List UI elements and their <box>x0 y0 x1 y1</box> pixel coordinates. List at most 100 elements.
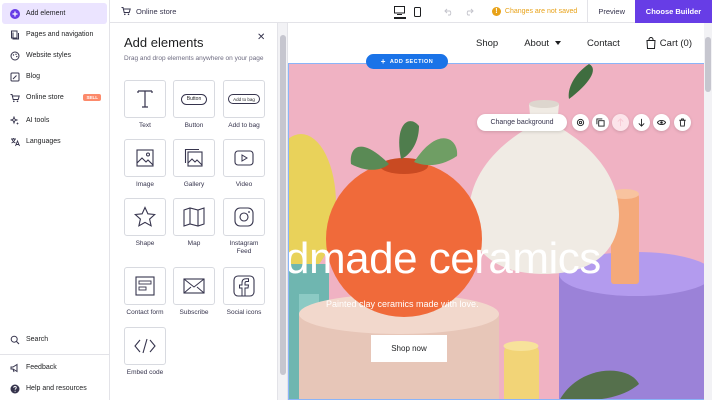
blog-icon <box>10 72 20 81</box>
element-tile-text[interactable]: Text <box>124 80 166 130</box>
tile-label: Subscribe <box>179 309 209 316</box>
sidebar-item-label: Website styles <box>26 52 71 59</box>
desktop-view-button[interactable] <box>393 5 406 19</box>
top-right-controls: ! Changes are not saved Preview Choose B… <box>393 0 712 23</box>
sidebar-item-label: Blog <box>26 73 41 80</box>
left-sidebar: Add element Pages and navigation Website… <box>0 0 110 400</box>
help-icon <box>10 384 20 393</box>
element-tile-subscribe[interactable]: Subscribe <box>173 267 215 317</box>
sidebar-item-online-store[interactable]: Online store SELL <box>2 87 107 108</box>
element-tile-add-to-bag[interactable]: Add to bag Add to bag <box>223 80 265 130</box>
video-icon <box>234 150 254 166</box>
sidebar-item-blog[interactable]: Blog <box>2 66 107 87</box>
hero-section[interactable]: dmade ceramics Painted clay ceramics mad… <box>288 63 712 400</box>
cart-icon <box>121 7 131 16</box>
element-tile-instagram[interactable]: Instagram Feed <box>223 198 265 256</box>
sidebar-item-feedback[interactable]: Feedback <box>2 357 108 378</box>
search-icon <box>10 335 20 344</box>
facebook-icon <box>233 275 255 297</box>
sidebar-item-add-element[interactable]: Add element <box>2 3 107 24</box>
tile-box <box>223 267 265 305</box>
hero-title[interactable]: dmade ceramics <box>289 234 601 284</box>
tile-label: Image <box>135 181 155 188</box>
hero-subtitle[interactable]: Painted clay ceramics made with love. <box>326 299 479 309</box>
nav-link-contact[interactable]: Contact <box>587 38 620 49</box>
tile-box <box>173 267 215 305</box>
tile-label: Social icons <box>226 309 262 316</box>
cart-link[interactable]: Cart (0) <box>646 37 692 49</box>
ai-sparkle-icon <box>10 115 19 125</box>
panel-scrollbar[interactable] <box>278 23 288 400</box>
site-navigation: Shop About Contact Cart (0) <box>288 23 712 63</box>
redo-icon[interactable] <box>464 8 474 16</box>
pages-icon <box>11 30 19 39</box>
tile-box <box>173 139 215 177</box>
undo-icon[interactable] <box>444 8 454 16</box>
choose-builder-button[interactable]: Choose Builder <box>635 0 712 23</box>
tile-box: Button <box>173 80 215 118</box>
warning-icon: ! <box>491 7 501 16</box>
unsaved-label: Changes are not saved <box>504 8 578 15</box>
sidebar-item-help[interactable]: Help and resources <box>2 378 108 399</box>
element-tile-social-icons[interactable]: Social icons <box>223 267 265 317</box>
element-tile-button[interactable]: Button Button <box>173 80 215 130</box>
code-icon <box>134 338 156 354</box>
nav-link-shop[interactable]: Shop <box>476 38 498 49</box>
change-background-button[interactable]: Change background <box>477 114 567 131</box>
element-tile-contact-form[interactable]: Contact form <box>124 267 166 317</box>
add-to-bag-icon: Add to bag <box>228 94 260 104</box>
map-icon <box>183 207 205 227</box>
hide-section-button[interactable] <box>653 114 670 131</box>
canvas-scrollbar[interactable] <box>704 23 712 400</box>
shop-now-button[interactable]: Shop now <box>371 335 447 362</box>
tile-label: Map <box>187 240 201 247</box>
sidebar-item-ai-tools[interactable]: AI tools <box>2 110 107 131</box>
scroll-thumb[interactable] <box>280 35 286 375</box>
tile-box <box>124 267 166 305</box>
tile-label: Video <box>235 181 253 188</box>
button-icon: Button <box>180 93 208 105</box>
element-tile-image[interactable]: Image <box>124 139 166 189</box>
element-tile-embed-code[interactable]: Embed code <box>124 327 166 377</box>
tile-box <box>173 198 215 236</box>
element-tile-map[interactable]: Map <box>173 198 215 248</box>
preview-button[interactable]: Preview <box>588 7 635 16</box>
tile-label: Gallery <box>183 181 205 188</box>
image-icon <box>136 149 154 167</box>
section-settings-button[interactable] <box>572 114 589 131</box>
element-tile-gallery[interactable]: Gallery <box>173 139 215 189</box>
duplicate-section-button[interactable] <box>592 114 609 131</box>
tile-box <box>223 139 265 177</box>
sidebar-item-search[interactable]: Search <box>2 329 108 350</box>
element-tile-shape[interactable]: Shape <box>124 198 166 248</box>
sidebar-item-label: Add element <box>26 10 66 17</box>
panel-title: Add elements <box>124 35 204 50</box>
top-bar: Online store ! Changes are not saved Pre… <box>110 0 712 23</box>
eye-icon <box>657 120 666 125</box>
mobile-view-button[interactable] <box>412 5 424 19</box>
sidebar-item-languages[interactable]: Languages <box>2 131 107 152</box>
caret-down-icon <box>555 41 562 45</box>
move-down-button[interactable] <box>633 114 650 131</box>
sidebar-item-label: Search <box>26 336 49 343</box>
cart-icon <box>10 93 20 102</box>
nav-link-label: About <box>524 37 550 49</box>
bag-icon <box>646 37 656 49</box>
delete-section-button[interactable] <box>674 114 691 131</box>
move-up-button[interactable] <box>612 114 629 131</box>
cart-label: Cart (0) <box>659 37 692 49</box>
close-icon[interactable]: ✕ <box>257 32 265 43</box>
element-tile-video[interactable]: Video <box>223 139 265 189</box>
sidebar-item-pages[interactable]: Pages and navigation <box>2 24 107 45</box>
scroll-thumb[interactable] <box>705 37 711 92</box>
add-section-button[interactable]: + ADD SECTION <box>366 54 448 69</box>
add-elements-panel: Add elements ✕ Drag and drop elements an… <box>110 23 278 400</box>
online-store-tab[interactable]: Online store <box>110 6 176 16</box>
sidebar-item-website-styles[interactable]: Website styles <box>2 45 107 66</box>
tile-label: Instagram Feed <box>229 240 259 256</box>
envelope-icon <box>183 278 205 294</box>
duplicate-icon <box>596 118 605 127</box>
tile-label: Button <box>184 122 204 129</box>
mobile-icon <box>414 6 422 17</box>
nav-link-about[interactable]: About <box>524 37 562 49</box>
